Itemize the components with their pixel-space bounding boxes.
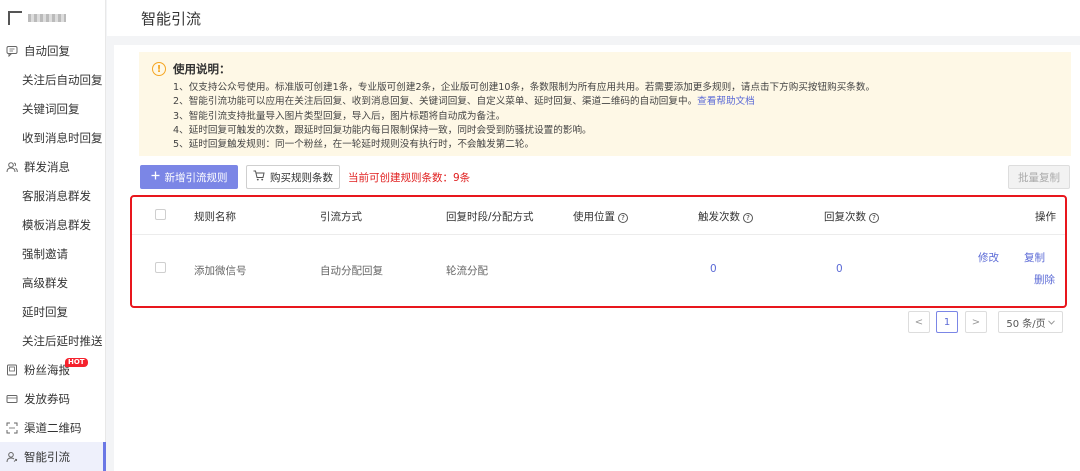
buy-rules-label: 购买规则条数 xyxy=(270,171,333,184)
sidebar-item-delay-reply[interactable]: 延时回复 xyxy=(0,297,105,326)
coupon-icon xyxy=(5,392,19,406)
brand-logo xyxy=(8,11,22,25)
main-panel: ! 使用说明： 1、仅支持公众号使用。标准版可创建1条，专业版可创建2条，企业版… xyxy=(114,45,1080,471)
column-header-reply-count: 回复次数? xyxy=(824,209,879,224)
sidebar-item-label: 高级群发 xyxy=(22,275,68,290)
usage-notice: ! 使用说明： 1、仅支持公众号使用。标准版可创建1条，专业版可创建2条，企业版… xyxy=(139,52,1071,156)
column-header-schedule: 回复时段/分配方式 xyxy=(446,211,534,223)
cell-rule-name: 添加微信号 xyxy=(194,265,247,277)
cell-schedule: 轮流分配 xyxy=(446,265,488,277)
sidebar-item-follow-reply[interactable]: 关注后自动回复 xyxy=(0,65,105,94)
sidebar-item-service-mass[interactable]: 客服消息群发 xyxy=(0,181,105,210)
notice-line: 1、仅支持公众号使用。标准版可创建1条，专业版可创建2条，企业版可创建10条，条… xyxy=(173,82,876,93)
cart-icon xyxy=(253,170,265,184)
cell-trigger-count[interactable]: 0 xyxy=(710,263,717,275)
help-circle-icon[interactable]: ? xyxy=(618,213,628,223)
sidebar-item-label: 关注后延时推送 xyxy=(22,333,103,348)
column-header-method: 引流方式 xyxy=(320,211,362,223)
edit-link[interactable]: 修改 xyxy=(978,250,999,265)
sidebar-group-label: 发放券码 xyxy=(24,391,70,406)
page-header: 智能引流 xyxy=(107,0,1080,36)
buy-rules-button[interactable]: 购买规则条数 xyxy=(246,165,340,189)
user-flow-icon xyxy=(5,450,19,464)
hot-badge: HOT xyxy=(65,358,88,367)
sidebar-nav: 自动回复 关注后自动回复 关键词回复 收到消息时回复 群发消息 客服消息群发 模… xyxy=(0,36,106,471)
column-header-name: 规则名称 xyxy=(194,211,236,223)
chat-bubble-icon xyxy=(5,44,19,58)
sidebar-item-label: 关键词回复 xyxy=(22,101,80,116)
app: 自动回复 关注后自动回复 关键词回复 收到消息时回复 群发消息 客服消息群发 模… xyxy=(0,0,1080,471)
qrcode-icon xyxy=(5,421,19,435)
add-rule-label: 新增引流规则 xyxy=(164,171,228,184)
sidebar: 自动回复 关注后自动回复 关键词回复 收到消息时回复 群发消息 客服消息群发 模… xyxy=(0,0,106,471)
column-header-trigger-count: 触发次数? xyxy=(698,209,753,224)
sidebar-group-smart-traffic[interactable]: 智能引流 xyxy=(0,442,106,471)
notice-lines: 1、仅支持公众号使用。标准版可创建1条，专业版可创建2条，企业版可创建10条，条… xyxy=(173,81,875,152)
row-checkbox[interactable] xyxy=(155,262,166,273)
sidebar-item-label: 强制邀请 xyxy=(22,246,68,261)
notice-line: 2、智能引流功能可以应用在关注后回复、收到消息回复、关键词回复、自定义菜单、延时… xyxy=(173,95,875,109)
sidebar-group-label: 自动回复 xyxy=(24,43,70,58)
column-header-label: 触发次数 xyxy=(698,211,740,223)
page-number-button[interactable]: 1 xyxy=(936,311,958,333)
page-title: 智能引流 xyxy=(141,9,202,28)
chevron-down-icon xyxy=(1047,317,1055,328)
sidebar-group-label: 粉丝海报 xyxy=(24,362,70,377)
page-size-select[interactable]: 50 条/页 xyxy=(998,311,1063,333)
sidebar-item-follow-delay-push[interactable]: 关注后延时推送 xyxy=(0,326,105,355)
page-size-value: 50 条/页 xyxy=(1006,318,1046,330)
sidebar-group-label: 渠道二维码 xyxy=(24,420,82,435)
column-header-actions: 操作 xyxy=(1035,211,1056,223)
help-circle-icon[interactable]: ? xyxy=(743,213,753,223)
column-header-label: 使用位置 xyxy=(573,211,615,223)
notice-line: 5、延时回复触发规则：同一个粉丝，在一轮延时规则没有执行时，不会触发第二轮。 xyxy=(173,139,535,151)
sidebar-item-keyword-reply[interactable]: 关键词回复 xyxy=(0,94,105,123)
sidebar-item-label: 收到消息时回复 xyxy=(22,130,103,145)
quota-text: 当前可创建规则条数：9条 xyxy=(348,172,471,184)
sidebar-group-coupon[interactable]: 发放券码 xyxy=(0,384,105,413)
sidebar-item-message-reply[interactable]: 收到消息时回复 xyxy=(0,123,105,152)
table-header: 规则名称 引流方式 回复时段/分配方式 使用位置? 触发次数? 回复次数? 操作 xyxy=(132,197,1065,235)
copy-link[interactable]: 复制 xyxy=(1024,250,1045,265)
sidebar-group-label: 群发消息 xyxy=(24,159,70,174)
sidebar-item-template-mass[interactable]: 模板消息群发 xyxy=(0,210,105,239)
prev-page-button[interactable]: < xyxy=(908,311,930,333)
sidebar-group-fan-poster[interactable]: 粉丝海报 HOT xyxy=(0,355,105,384)
select-all-checkbox[interactable] xyxy=(155,209,166,220)
sidebar-item-label: 延时回复 xyxy=(22,304,68,319)
sidebar-group-auto-reply[interactable]: 自动回复 xyxy=(0,36,105,65)
help-doc-link[interactable]: 查看帮助文档 xyxy=(697,96,755,107)
sidebar-item-force-invite[interactable]: 强制邀请 xyxy=(0,239,105,268)
toolbar: 新增引流规则 购买规则条数 当前可创建规则条数：9条 批量复制 xyxy=(140,165,1070,189)
brand-name-blurred xyxy=(28,14,66,22)
brand xyxy=(0,0,105,36)
notice-title: 使用说明： xyxy=(173,62,231,76)
sidebar-group-channel-qrcode[interactable]: 渠道二维码 xyxy=(0,413,105,442)
sidebar-item-advanced-mass[interactable]: 高级群发 xyxy=(0,268,105,297)
help-circle-icon[interactable]: ? xyxy=(869,213,879,223)
sidebar-group-mass-message[interactable]: 群发消息 xyxy=(0,152,105,181)
cell-reply-count[interactable]: 0 xyxy=(836,263,843,275)
next-page-button[interactable]: > xyxy=(965,311,987,333)
sidebar-item-label: 模板消息群发 xyxy=(22,217,91,232)
column-header-label: 回复次数 xyxy=(824,211,866,223)
notice-line-text: 2、智能引流功能可以应用在关注后回复、收到消息回复、关键词回复、自定义菜单、延时… xyxy=(173,96,698,108)
poster-icon xyxy=(5,363,19,377)
rules-table: 规则名称 引流方式 回复时段/分配方式 使用位置? 触发次数? 回复次数? 操作… xyxy=(130,195,1067,308)
sidebar-group-label: 智能引流 xyxy=(24,449,70,464)
warning-icon: ! xyxy=(152,62,166,76)
notice-line: 4、延时回复可触发的次数，跟延时回复功能内每日限制保持一致，同时会受到防骚扰设置… xyxy=(173,124,592,136)
sidebar-item-label: 客服消息群发 xyxy=(22,188,91,203)
delete-link[interactable]: 删除 xyxy=(1034,272,1055,287)
users-icon xyxy=(5,160,19,174)
cell-method: 自动分配回复 xyxy=(320,265,383,277)
column-header-location: 使用位置? xyxy=(573,209,628,224)
sidebar-item-label: 关注后自动回复 xyxy=(22,72,103,87)
add-rule-button[interactable]: 新增引流规则 xyxy=(140,165,238,189)
plus-icon xyxy=(151,171,160,183)
batch-copy-button[interactable]: 批量复制 xyxy=(1008,165,1070,189)
notice-line: 3、智能引流支持批量导入图片类型回复，导入后，图片标题将自动成为备注。 xyxy=(173,110,506,122)
